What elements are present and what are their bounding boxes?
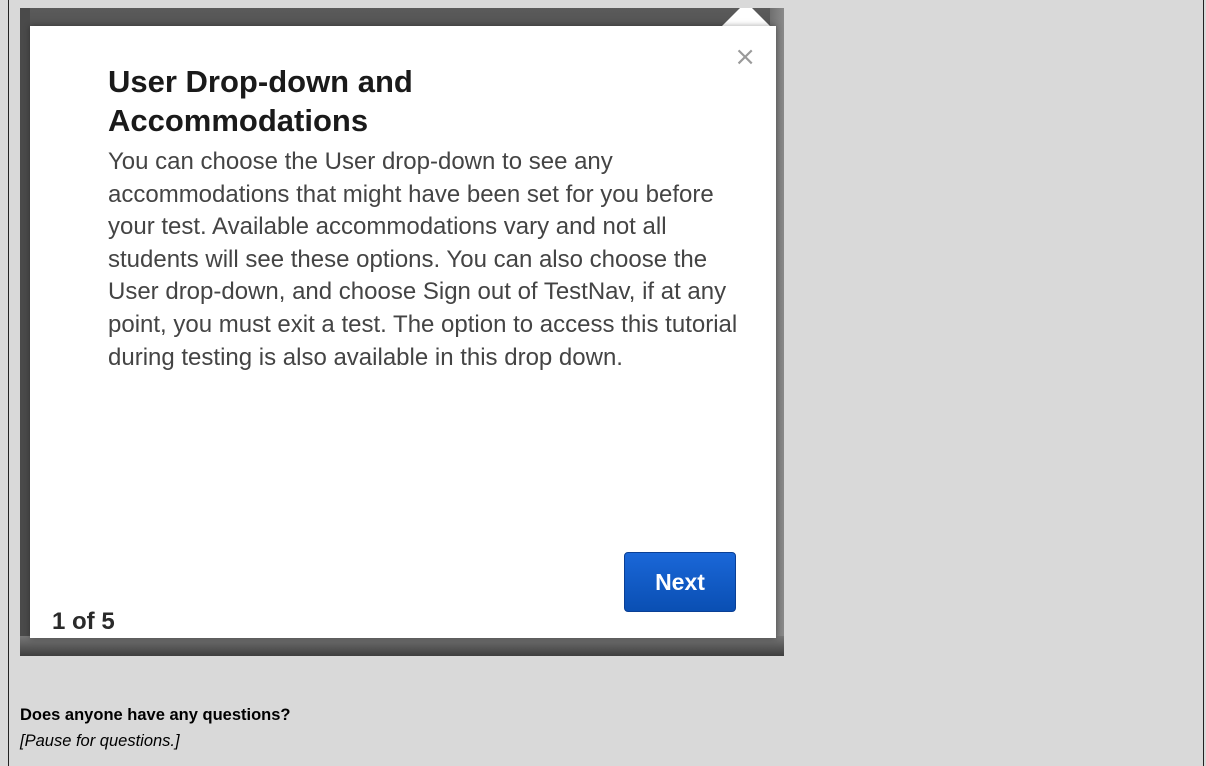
tooltip-body: You can choose the User drop-down to see… [108, 148, 738, 371]
tooltip-title: User Drop-down and Accommodations [108, 64, 413, 138]
close-icon[interactable]: × [734, 44, 756, 70]
background-bottom-edge [20, 636, 784, 656]
tutorial-tooltip: × User Drop-down and Accommodations You … [30, 26, 776, 638]
step-counter: 1 of 5 [52, 608, 115, 635]
next-button[interactable]: Next [624, 552, 736, 612]
tooltip-screenshot: × User Drop-down and Accommodations You … [20, 8, 784, 656]
question-prompt: Does anyone have any questions? [20, 706, 291, 724]
background-left-edge [20, 8, 30, 656]
tooltip-pointer [720, 8, 772, 28]
pause-instruction: [Pause for questions.] [20, 732, 180, 750]
